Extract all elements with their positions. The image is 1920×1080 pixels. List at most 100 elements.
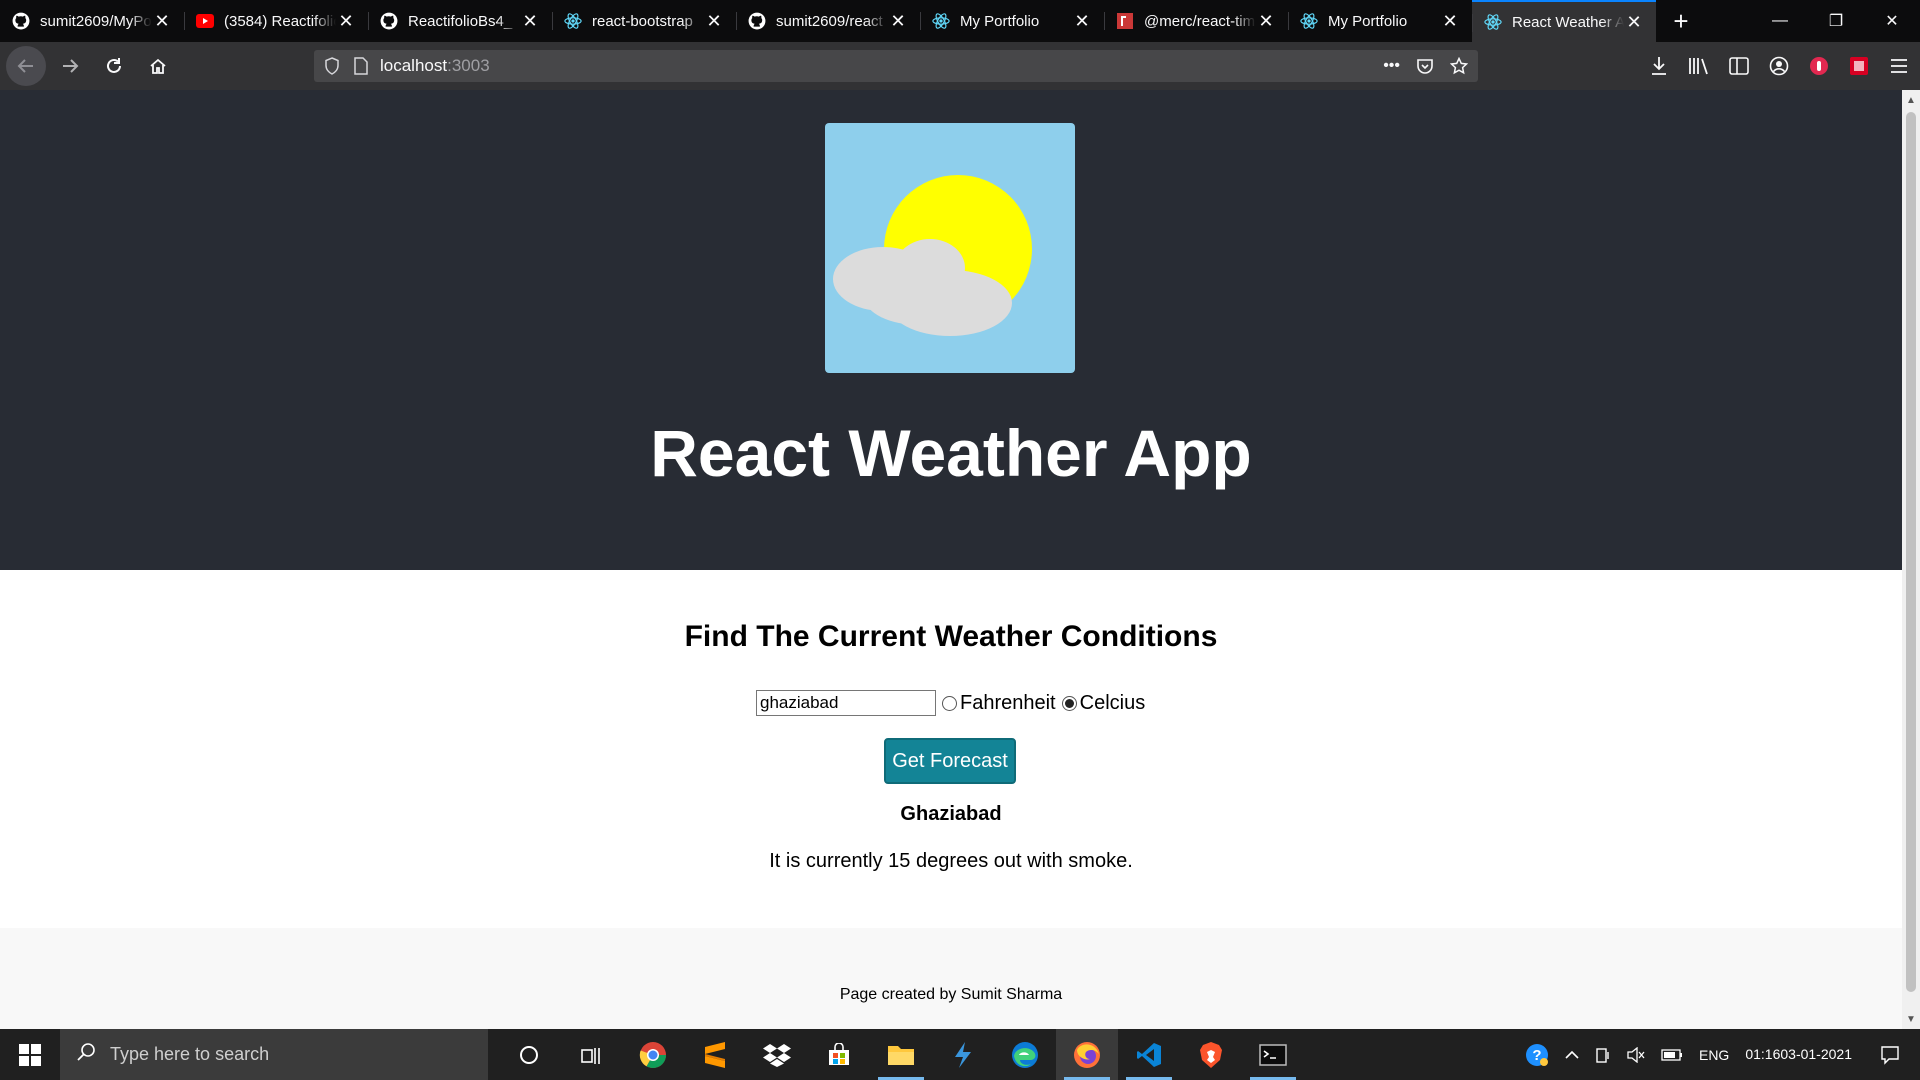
url-host: localhost <box>380 56 448 75</box>
close-tab-icon[interactable]: ✕ <box>1072 11 1092 31</box>
browser-tab[interactable]: ReactifolioBs4_ ✕ <box>368 0 552 42</box>
reload-button[interactable] <box>94 46 134 86</box>
weather-form: Fahrenheit Celcius <box>756 690 1145 716</box>
bookmark-star-icon[interactable] <box>1450 57 1468 75</box>
restore-icon[interactable]: ❐ <box>1808 0 1864 42</box>
close-tab-icon[interactable]: ✕ <box>1624 12 1644 32</box>
battery-icon[interactable] <box>1661 1048 1683 1061</box>
firefox-icon[interactable] <box>1056 1029 1118 1080</box>
library-icon[interactable] <box>1686 53 1712 79</box>
city-input[interactable] <box>756 690 936 716</box>
close-tab-icon[interactable]: ✕ <box>704 11 724 31</box>
tab-strip: sumit2609/MyPortfolio ✕ (3584) Reactifol… <box>0 0 1920 42</box>
github-icon <box>748 12 766 30</box>
url-port: :3003 <box>447 56 490 75</box>
react-icon <box>932 12 950 30</box>
tablet-icon[interactable] <box>1595 1046 1611 1064</box>
file-explorer-icon[interactable] <box>870 1029 932 1080</box>
weather-logo-icon <box>825 123 1075 373</box>
edge-icon[interactable] <box>994 1029 1056 1080</box>
close-tab-icon[interactable]: ✕ <box>336 11 356 31</box>
navigation-toolbar: localhost:3003 ••• <box>0 42 1920 90</box>
browser-tab[interactable]: sumit2609/MyPortfolio ✕ <box>0 0 184 42</box>
url-text[interactable]: localhost:3003 <box>380 56 1383 76</box>
task-view-icon[interactable] <box>560 1029 622 1080</box>
window-controls: — ❐ ✕ <box>1752 0 1920 42</box>
chevron-up-icon[interactable] <box>1565 1050 1579 1060</box>
youtube-icon <box>196 12 214 30</box>
browser-tab[interactable]: sumit2609/react ✕ <box>736 0 920 42</box>
page-viewport: React Weather App Find The Current Weath… <box>0 90 1902 1029</box>
close-tab-icon[interactable]: ✕ <box>520 11 540 31</box>
minimize-icon[interactable]: — <box>1752 0 1808 42</box>
windows-logo-icon <box>19 1043 41 1066</box>
start-button[interactable] <box>0 1029 60 1080</box>
cortana-icon[interactable] <box>498 1029 560 1080</box>
browser-tab[interactable]: My Portfolio ✕ <box>1288 0 1472 42</box>
result-text: It is currently 15 degrees out with smok… <box>769 850 1133 872</box>
notifications-icon[interactable] <box>1868 1045 1912 1065</box>
close-tab-icon[interactable]: ✕ <box>152 11 172 31</box>
extension-badge-icon[interactable] <box>1846 53 1872 79</box>
forward-arrow-icon <box>63 59 79 73</box>
forward-button[interactable] <box>50 46 90 86</box>
help-icon[interactable]: ? <box>1525 1043 1549 1067</box>
close-tab-icon[interactable]: ✕ <box>1440 11 1460 31</box>
react-icon <box>1484 13 1502 31</box>
system-tray: ? ENG 01:16 03-01-2021 <box>1517 1029 1920 1080</box>
sidebar-icon[interactable] <box>1726 53 1752 79</box>
tab-title: @merc/react-tim <box>1144 12 1256 30</box>
search-placeholder: Type here to search <box>110 1044 270 1064</box>
close-tab-icon[interactable]: ✕ <box>1256 11 1276 31</box>
azure-data-studio-icon[interactable] <box>932 1029 994 1080</box>
dropbox-icon[interactable] <box>746 1029 808 1080</box>
browser-tab[interactable]: (3584) Reactifolio ✕ <box>184 0 368 42</box>
downloads-icon[interactable] <box>1646 53 1672 79</box>
new-tab-button[interactable]: + <box>1660 0 1702 42</box>
extension-red-icon[interactable] <box>1806 53 1832 79</box>
page-actions-icon[interactable]: ••• <box>1383 57 1400 75</box>
close-window-icon[interactable]: ✕ <box>1864 0 1920 42</box>
brave-icon[interactable] <box>1180 1029 1242 1080</box>
tab-title: ReactifolioBs4_ <box>408 12 513 30</box>
browser-tab[interactable]: @merc/react-tim ✕ <box>1104 0 1288 42</box>
page-footer: Page created by Sumit Sharma <box>0 928 1902 1029</box>
browser-tab[interactable]: My Portfolio ✕ <box>920 0 1104 42</box>
home-icon <box>150 58 166 74</box>
shield-icon[interactable] <box>324 57 340 75</box>
home-button[interactable] <box>138 46 178 86</box>
menu-icon[interactable] <box>1886 53 1912 79</box>
sublime-text-icon[interactable] <box>684 1029 746 1080</box>
clock[interactable]: 01:16 03-01-2021 <box>1745 1045 1852 1064</box>
result-city: Ghaziabad <box>900 803 1002 825</box>
page-scrollbar[interactable]: ▲ ▼ <box>1902 90 1920 1029</box>
fahrenheit-label: Fahrenheit <box>960 691 1056 714</box>
form-heading: Find The Current Weather Conditions <box>684 620 1218 653</box>
volume-muted-icon[interactable] <box>1627 1046 1645 1063</box>
windows-taskbar: Type here to search ? ENG 01:16 03-01-20… <box>0 1029 1920 1080</box>
tab-title: My Portfolio <box>960 12 1040 30</box>
taskbar-search[interactable]: Type here to search <box>60 1029 488 1080</box>
terminal-icon[interactable] <box>1242 1029 1304 1080</box>
scroll-up-icon[interactable]: ▲ <box>1902 92 1920 108</box>
chrome-icon[interactable] <box>622 1029 684 1080</box>
footer-text: Page created by Sumit Sharma <box>839 986 1063 1003</box>
scroll-down-icon[interactable]: ▼ <box>1902 1011 1920 1027</box>
clock-date: 03-01-2021 <box>1780 1046 1852 1062</box>
scroll-thumb[interactable] <box>1906 112 1916 992</box>
microsoft-store-icon[interactable] <box>808 1029 870 1080</box>
pocket-icon[interactable] <box>1416 57 1434 75</box>
page-info-icon[interactable] <box>354 57 368 75</box>
address-bar[interactable]: localhost:3003 ••• <box>314 50 1478 82</box>
back-button[interactable] <box>6 46 46 86</box>
close-tab-icon[interactable]: ✕ <box>888 11 908 31</box>
language-indicator[interactable]: ENG <box>1699 1047 1729 1063</box>
vscode-icon[interactable] <box>1118 1029 1180 1080</box>
get-forecast-button[interactable]: Get Forecast <box>884 738 1016 784</box>
browser-tab[interactable]: react-bootstrap ✕ <box>552 0 736 42</box>
browser-tab-active[interactable]: React Weather App ✕ <box>1472 0 1656 42</box>
github-icon <box>12 12 30 30</box>
celcius-radio[interactable] <box>1061 695 1077 711</box>
fahrenheit-radio[interactable] <box>942 695 957 711</box>
account-icon[interactable] <box>1766 53 1792 79</box>
